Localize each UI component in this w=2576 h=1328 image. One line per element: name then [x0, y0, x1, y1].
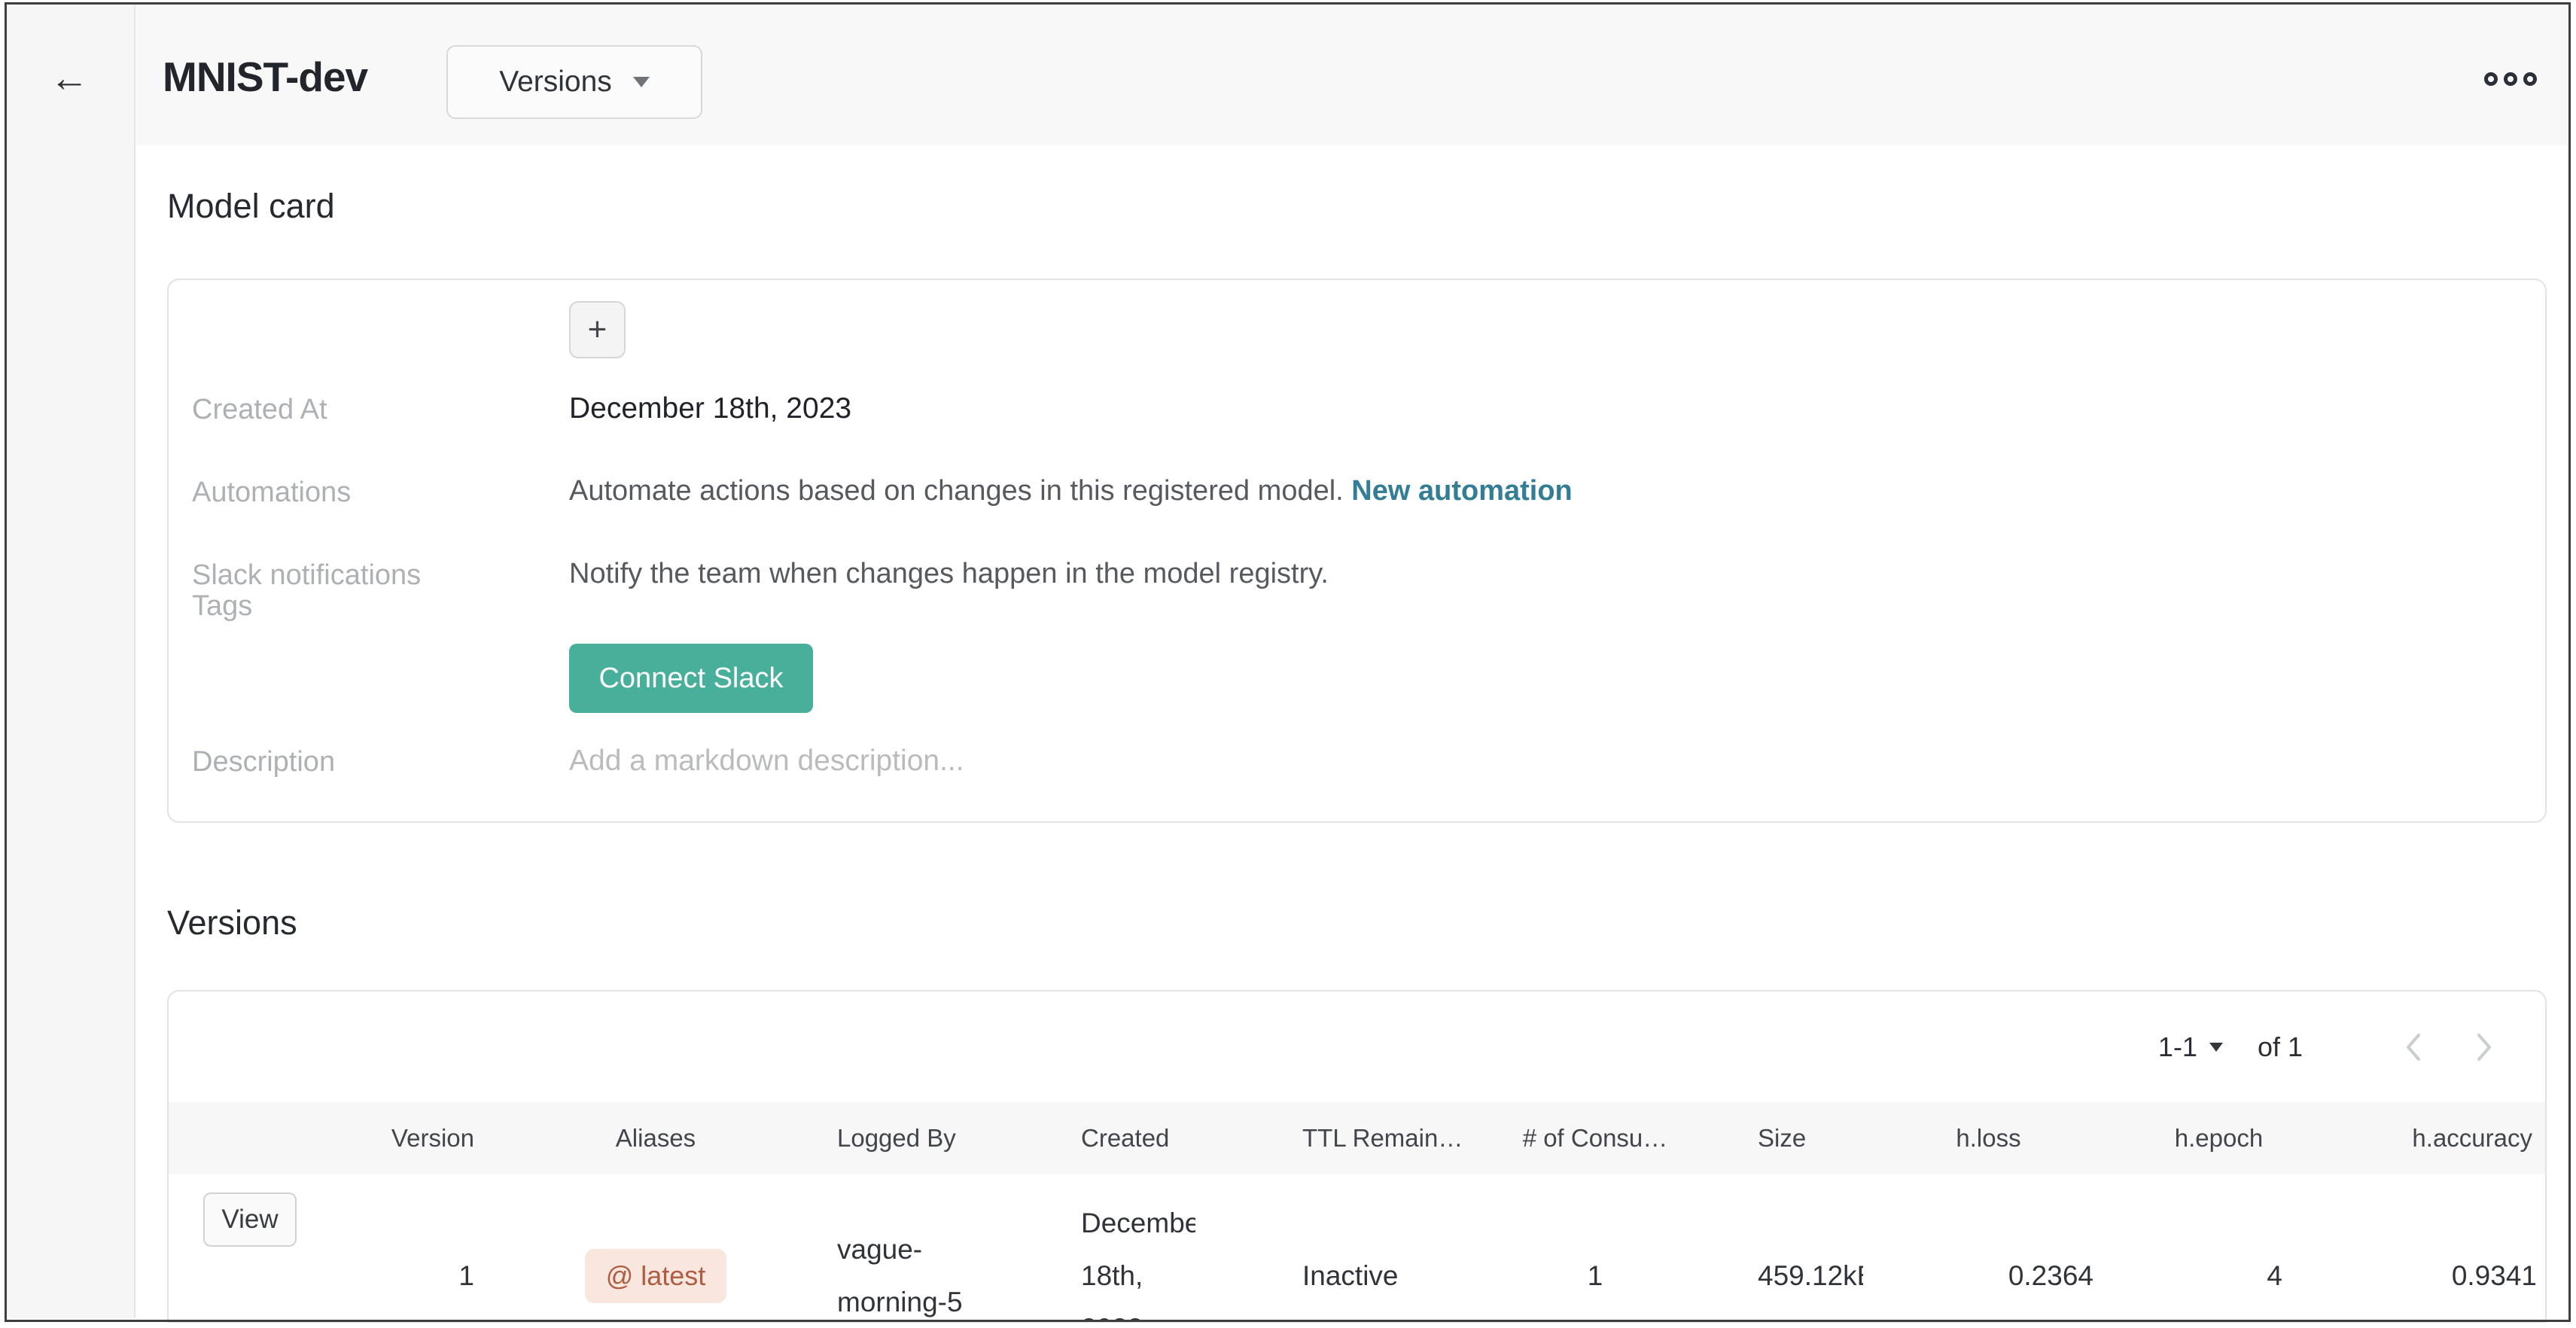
model-card-heading: Model card: [167, 187, 335, 226]
versions-dropdown[interactable]: Versions: [446, 45, 702, 119]
overflow-dot-icon: [2484, 72, 2498, 86]
created-at-value: December 18th, 2023: [569, 392, 851, 425]
overflow-dot-icon: [2504, 72, 2517, 86]
chevron-down-icon: [2209, 1043, 2223, 1052]
column-header-version: Version: [325, 1124, 492, 1153]
page-title: MNIST-dev: [163, 53, 367, 101]
add-tag-button[interactable]: +: [569, 301, 626, 358]
page-range-label: 1-1: [2158, 1031, 2197, 1063]
tags-label: Tags: [192, 590, 252, 623]
page-size-dropdown[interactable]: 1-1: [2158, 1031, 2223, 1063]
column-header-created: Created: [1054, 1124, 1278, 1153]
slack-notifications-text: Notify the team when changes happen in t…: [569, 558, 1329, 590]
h-accuracy-cell: 0.9341: [2334, 1260, 2543, 1292]
page-total-label: of 1: [2258, 1031, 2303, 1063]
table-header-row: Version Aliases Logged By Created TTL Re…: [169, 1102, 2545, 1174]
next-page-button[interactable]: [2471, 1029, 2497, 1065]
alias-badge-latest[interactable]: @ latest: [585, 1249, 727, 1303]
table-pagination: 1-1 of 1: [169, 991, 2545, 1102]
vertical-divider: [134, 5, 135, 1318]
column-header-logged-by: Logged By: [819, 1124, 1054, 1153]
column-header-h-epoch: h.epoch: [2104, 1124, 2334, 1153]
column-header-h-accuracy: h.accuracy: [2334, 1124, 2543, 1153]
column-header-h-loss: h.loss: [1873, 1124, 2104, 1153]
run-link[interactable]: vague-morning-5: [837, 1223, 1012, 1323]
automations-label: Automations: [192, 477, 351, 509]
chevron-left-icon: [2401, 1029, 2426, 1065]
description-label: Description: [192, 746, 335, 778]
ttl-remaining-cell: Inactive: [1278, 1260, 1497, 1292]
created-value: December 18th, 2023: [1081, 1197, 1195, 1323]
created-cell: December 18th, 2023: [1054, 1197, 1278, 1323]
size-value: 459.12kB: [1758, 1260, 1863, 1292]
h-epoch-cell: 4: [2104, 1260, 2334, 1292]
back-arrow-icon: ←: [50, 56, 89, 101]
back-button[interactable]: ←: [39, 48, 99, 108]
column-header-ttl-remaining: TTL Remain…: [1278, 1124, 1497, 1153]
logged-by-cell: vague-morning-5: [819, 1223, 1054, 1323]
description-editor[interactable]: Add a markdown description...: [569, 745, 964, 778]
size-cell: 459.12kB: [1694, 1260, 1873, 1292]
automations-value: Automate actions based on changes in thi…: [569, 475, 1573, 507]
connect-slack-button[interactable]: Connect Slack: [569, 644, 813, 713]
left-rail: [7, 5, 134, 1318]
h-loss-cell: 0.2364: [1873, 1260, 2104, 1292]
prev-page-button[interactable]: [2401, 1029, 2426, 1065]
slack-notifications-label: Slack notifications: [192, 559, 421, 592]
created-at-label: Created At: [192, 394, 327, 426]
chevron-right-icon: [2471, 1029, 2497, 1065]
chevron-down-icon: [633, 77, 650, 87]
consumer-count-cell: 1: [1497, 1260, 1694, 1292]
plus-icon: +: [588, 311, 607, 349]
automations-text: Automate actions based on changes in thi…: [569, 475, 1344, 507]
version-table-row[interactable]: View 1 @ latest vague-morning-5 December…: [169, 1174, 2545, 1323]
view-version-button[interactable]: View: [203, 1192, 297, 1247]
version-cell: 1: [325, 1260, 492, 1292]
versions-dropdown-label: Versions: [499, 65, 612, 99]
ttl-value: Inactive: [1302, 1260, 1400, 1292]
versions-heading: Versions: [167, 903, 297, 943]
aliases-cell: @ latest: [492, 1249, 819, 1303]
model-card-panel: Tags + Created At December 18th, 2023 Au…: [167, 279, 2547, 823]
column-header-size: Size: [1694, 1124, 1873, 1153]
versions-table-panel: 1-1 of 1 Version Aliases Logged By Creat…: [167, 990, 2547, 1323]
column-header-aliases: Aliases: [492, 1124, 819, 1153]
new-automation-link[interactable]: New automation: [1351, 475, 1572, 507]
column-header-consumer-count: # of Consu…: [1497, 1124, 1694, 1153]
overflow-menu-button[interactable]: [2478, 66, 2543, 92]
overflow-dot-icon: [2523, 72, 2537, 86]
